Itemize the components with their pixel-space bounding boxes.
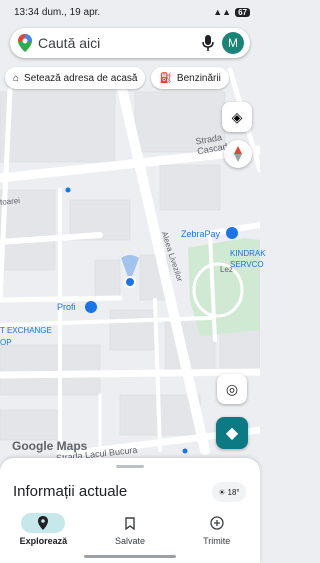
layers-button[interactable]: ◈ [222,102,252,132]
google-maps-logo: Google Maps [12,439,88,453]
poi-kindrak[interactable]: SERVCO [230,260,264,269]
nav-label: Explorează [19,536,68,546]
location-pin-icon [21,513,66,533]
search-bar[interactable]: Caută aici M [10,28,250,58]
poi-profi[interactable]: Profi [57,302,76,312]
gas-station-icon: ⛽ [159,72,172,84]
layers-icon: ◈ [231,108,243,125]
bookmark-icon [108,513,152,533]
street-label: toarei [0,196,21,207]
status-time: 13:34 [14,6,40,18]
signal-icon: ▲▲ [213,7,232,17]
chip-gas[interactable]: ⛽ Benzinării [151,67,229,89]
nav-share[interactable]: Trimite [173,508,260,552]
home-icon: ⌂ [13,72,20,84]
poi-exchange[interactable]: OP [0,338,12,347]
poi-zebrapay[interactable]: ZebraPay [181,229,220,239]
nav-label: Trimite [203,536,231,546]
compass-button[interactable] [224,140,252,168]
nav-saved[interactable]: Salvate [87,508,174,552]
gesture-bar[interactable] [84,555,176,558]
directions-button[interactable]: ◆ [216,417,248,449]
temperature: 18° [227,487,240,497]
chip-label: Benzinării [176,72,221,84]
status-date: dum., 19 apr. [41,6,101,18]
chips-row: ⌂ Setează adresa de acasă ⛽ Benzinării [5,67,265,89]
add-circle-icon [195,513,239,533]
explore-compass-icon: ◎ [225,380,239,397]
nav-explore[interactable]: Explorează [0,508,87,552]
poi-kindrak[interactable]: KINDRAK [230,249,266,258]
bottom-nav: Explorează Salvate Trimite [0,508,260,552]
directions-icon: ◆ [225,425,239,442]
mic-icon[interactable] [202,35,214,51]
avatar[interactable]: M [222,32,244,54]
weather-badge[interactable]: ☀ 18° [212,482,246,502]
chip-home[interactable]: ⌂ Setează adresa de acasă [5,67,146,89]
sun-cloud-icon: ☀ [218,487,226,497]
maps-pin-icon [18,34,32,52]
sheet-handle[interactable] [116,465,144,468]
sheet-title: Informații actuale [13,483,128,500]
nav-label: Salvate [114,536,146,546]
battery-icon: 67 [235,7,250,17]
compass-icon [234,146,242,162]
poi-exchange[interactable]: T EXCHANGE [0,326,52,335]
search-input[interactable]: Caută aici [38,35,202,51]
explore-nearby-button[interactable]: ◎ [217,374,247,404]
status-bar: 13:34 dum., 19 apr. ▲▲ 67 [0,0,260,24]
chip-label: Setează adresa de acasă [24,72,138,84]
